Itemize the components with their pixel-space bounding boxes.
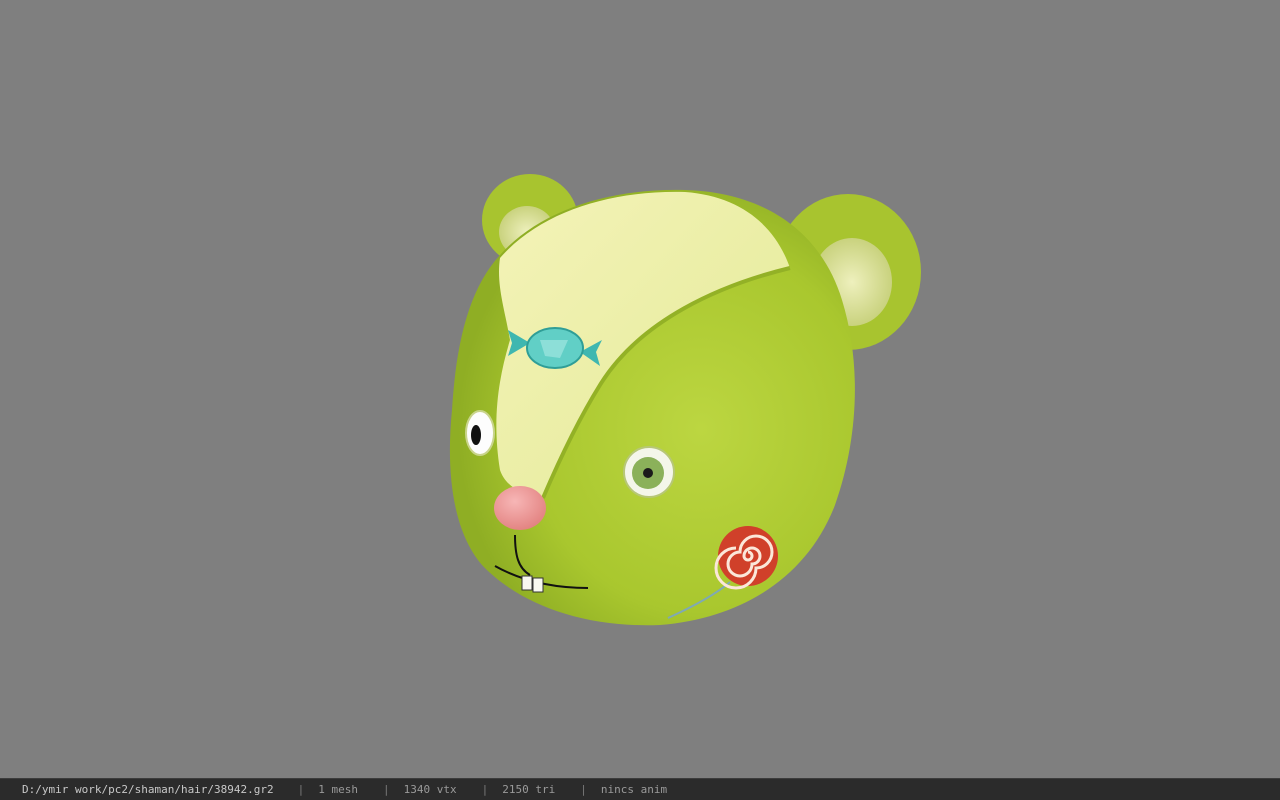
status-bar: D:/ymir work/pc2/shaman/hair/38942.gr2 |…: [0, 778, 1280, 800]
separator: |: [580, 783, 587, 796]
3d-viewport[interactable]: [0, 0, 1280, 778]
vertex-count: 1340 vtx: [403, 783, 457, 796]
right-eye: [623, 446, 675, 498]
left-eye: [465, 410, 495, 456]
nose: [494, 486, 546, 530]
separator: |: [297, 783, 305, 796]
separator: |: [383, 783, 390, 796]
bear-head-model[interactable]: [0, 0, 1280, 778]
separator: |: [481, 783, 489, 796]
mesh-count: 1 mesh: [318, 783, 359, 796]
triangle-count: 2150 tri: [502, 783, 556, 796]
animation-status: nincs anim: [600, 783, 668, 796]
file-path: D:/ymir work/pc2/shaman/hair/38942.gr2: [22, 783, 274, 796]
